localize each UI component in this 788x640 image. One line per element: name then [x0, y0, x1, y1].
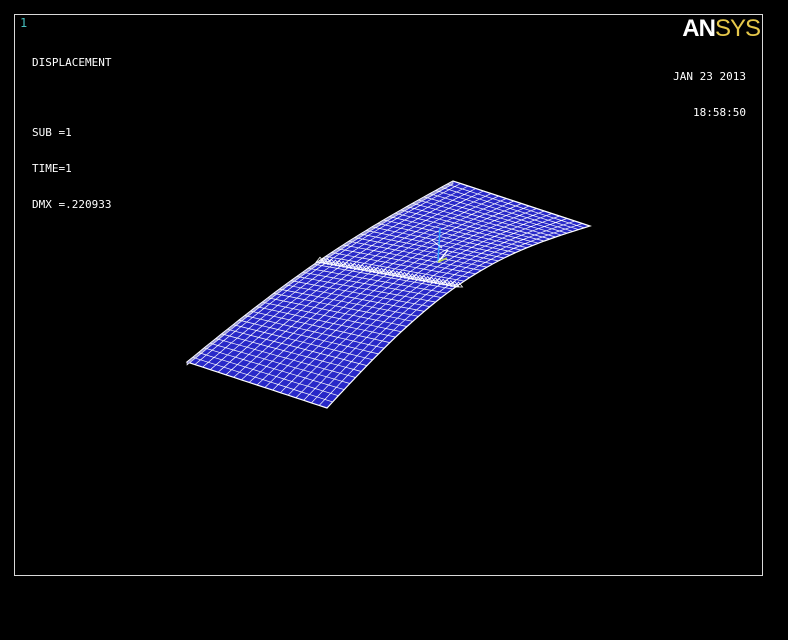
ansys-graphics-window: 1 DISPLACEMENT SUB =1 TIME=1 DMX =.22093…: [0, 0, 788, 640]
shell-mesh: [185, 180, 592, 409]
deformed-mesh-plot: [185, 180, 592, 409]
